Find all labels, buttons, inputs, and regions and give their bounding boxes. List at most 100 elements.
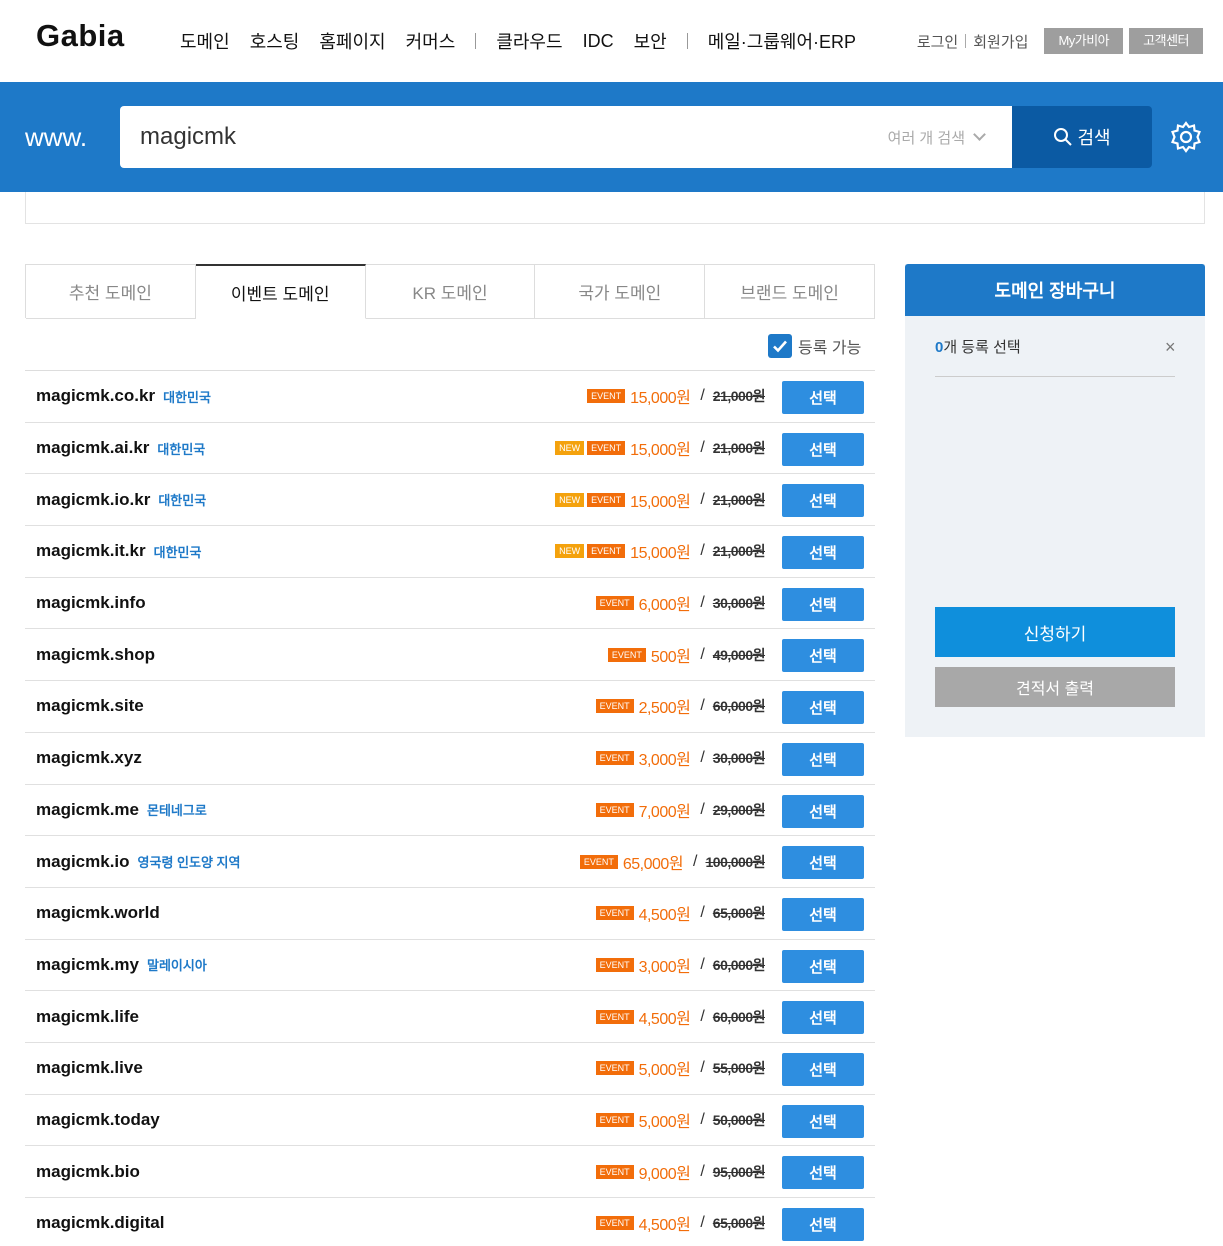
search-button[interactable]: 검색 <box>1012 106 1152 168</box>
event-badge: EVENT <box>579 854 618 869</box>
domain-name: magicmk.xyz <box>36 748 142 768</box>
search-panel-edge <box>25 192 1205 224</box>
select-domain-button[interactable]: 선택 <box>782 1104 864 1138</box>
domain-price-area: EVENT 65,000원 / 100,000원 <box>579 836 766 887</box>
select-domain-button[interactable]: 선택 <box>782 1156 864 1190</box>
available-checkbox[interactable] <box>768 334 792 358</box>
nav-divider <box>475 33 477 49</box>
domain-price-area: EVENT 3,000원 / 60,000원 <box>595 940 766 991</box>
domain-price-area: EVENT 5,000원 / 50,000원 <box>595 1095 766 1146</box>
nav-idc[interactable]: IDC <box>583 31 614 52</box>
select-domain-button[interactable]: 선택 <box>782 949 864 983</box>
original-price: 95,000원 <box>712 1163 766 1180</box>
domain-country: 영국령 인도양 지역 <box>137 855 241 871</box>
domain-row: magicmk.me 몬테네그로 EVENT 7,000원 / 29,000원 선택 <box>25 785 875 837</box>
event-price: 15,000원 <box>630 390 691 408</box>
tab-event[interactable]: 이벤트 도메인 <box>195 264 366 319</box>
domain-country: 몬테네그로 <box>147 803 207 819</box>
original-price: 60,000원 <box>712 698 766 715</box>
select-domain-button[interactable]: 선택 <box>782 897 864 931</box>
apply-button[interactable]: 신청하기 <box>935 607 1175 657</box>
event-badge: EVENT <box>595 1061 634 1076</box>
tab-brand[interactable]: 브랜드 도메인 <box>705 265 875 319</box>
event-badge: EVENT <box>595 596 634 611</box>
price-separator: / <box>700 542 705 560</box>
util-divider <box>965 34 967 48</box>
domain-name: magicmk.co.kr <box>36 386 156 406</box>
event-badge: EVENT <box>595 1112 634 1127</box>
select-domain-button[interactable]: 선택 <box>782 536 864 570</box>
select-domain-button[interactable]: 선택 <box>782 639 864 673</box>
select-domain-button[interactable]: 선택 <box>782 794 864 828</box>
domain-row: magicmk.bio EVENT 9,000원 / 95,000원 선택 <box>25 1146 875 1198</box>
domain-price-area: NEW EVENT 15,000원 / 21,000원 <box>555 526 766 577</box>
tab-recommended[interactable]: 추천 도메인 <box>26 265 196 319</box>
select-domain-button[interactable]: 선택 <box>782 846 864 880</box>
available-only-filter[interactable]: 등록 가능 <box>768 334 861 358</box>
original-price: 50,000원 <box>712 1111 766 1128</box>
select-domain-button[interactable]: 선택 <box>782 432 864 466</box>
price-separator: / <box>700 1110 705 1128</box>
nav-cloud[interactable]: 클라우드 <box>496 28 562 54</box>
gabia-logo[interactable]: Gabia <box>36 18 125 54</box>
signup-link[interactable]: 회원가입 <box>973 31 1028 52</box>
support-center-button[interactable]: 고객센터 <box>1129 28 1203 54</box>
select-domain-button[interactable]: 선택 <box>782 691 864 725</box>
search-icon <box>1054 128 1073 146</box>
domain-search-input[interactable] <box>140 120 840 154</box>
event-badge: EVENT <box>587 492 626 507</box>
domain-name: magicmk.site <box>36 696 144 716</box>
domain-name: magicmk.digital <box>36 1213 165 1233</box>
nav-commerce[interactable]: 커머스 <box>406 28 456 54</box>
domain-country: 대한민국 <box>153 544 202 560</box>
event-badge: EVENT <box>595 802 634 817</box>
chevron-down-icon <box>973 128 986 141</box>
select-domain-button[interactable]: 선택 <box>782 484 864 518</box>
event-price: 4,500원 <box>638 1217 691 1235</box>
domain-row: magicmk.io.kr 대한민국 NEW EVENT 15,000원 / 21,000원… <box>25 474 875 527</box>
login-link[interactable]: 로그인 <box>917 31 958 52</box>
price-separator: / <box>700 697 705 715</box>
event-price: 15,000원 <box>630 442 691 460</box>
new-badge: NEW <box>555 544 585 559</box>
multi-search-toggle[interactable]: 여러 개 검색 <box>888 127 986 148</box>
original-price: 65,000원 <box>712 905 766 922</box>
domain-row: magicmk.it.kr 대한민국 NEW EVENT 15,000원 / 21,000원… <box>25 526 875 578</box>
original-price: 21,000원 <box>712 388 766 405</box>
select-domain-button[interactable]: 선택 <box>782 742 864 776</box>
nav-homepage[interactable]: 홈페이지 <box>319 28 385 54</box>
select-domain-button[interactable]: 선택 <box>782 1052 864 1086</box>
utility-menu: 로그인 회원가입 My가비아 고객센터 <box>917 28 1203 54</box>
nav-security[interactable]: 보안 <box>634 28 667 54</box>
nav-hosting[interactable]: 호스팅 <box>250 28 300 54</box>
event-badge: EVENT <box>587 544 626 559</box>
my-gabia-button[interactable]: My가비아 <box>1044 28 1124 54</box>
original-price: 21,000원 <box>712 543 766 560</box>
event-price: 4,500원 <box>638 907 691 925</box>
select-domain-button[interactable]: 선택 <box>782 1001 864 1035</box>
select-domain-button[interactable]: 선택 <box>782 1208 864 1241</box>
domain-price-area: EVENT 2,500원 / 60,000원 <box>595 681 766 732</box>
tab-country[interactable]: 국가 도메인 <box>535 265 706 319</box>
tab-kr[interactable]: KR 도메인 <box>365 265 536 319</box>
global-nav: 도메인 호스팅 홈페이지 커머스 클라우드 IDC 보안 메일·그룹웨어·ERP <box>180 28 876 54</box>
price-separator: / <box>700 1059 705 1077</box>
domain-country: 대한민국 <box>157 441 206 457</box>
original-price: 100,000원 <box>705 853 766 870</box>
nav-mail-groupware-erp[interactable]: 메일·그룹웨어·ERP <box>708 28 856 54</box>
event-price: 15,000원 <box>630 493 691 511</box>
event-price: 5,000원 <box>638 1113 691 1131</box>
nav-domain[interactable]: 도메인 <box>180 28 230 54</box>
domain-price-area: EVENT 4,500원 / 60,000원 <box>595 991 766 1042</box>
print-quote-button[interactable]: 견적서 출력 <box>935 667 1175 707</box>
cart-divider <box>935 376 1175 377</box>
event-badge: EVENT <box>595 1216 634 1231</box>
close-icon[interactable]: × <box>1165 338 1176 356</box>
original-price: 65,000원 <box>712 1215 766 1232</box>
select-domain-button[interactable]: 선택 <box>782 381 864 414</box>
search-button-label: 검색 <box>1077 128 1111 148</box>
check-icon <box>773 340 787 353</box>
settings-gear-icon[interactable] <box>1170 121 1202 158</box>
select-domain-button[interactable]: 선택 <box>782 587 864 621</box>
original-price: 60,000원 <box>712 1008 766 1025</box>
